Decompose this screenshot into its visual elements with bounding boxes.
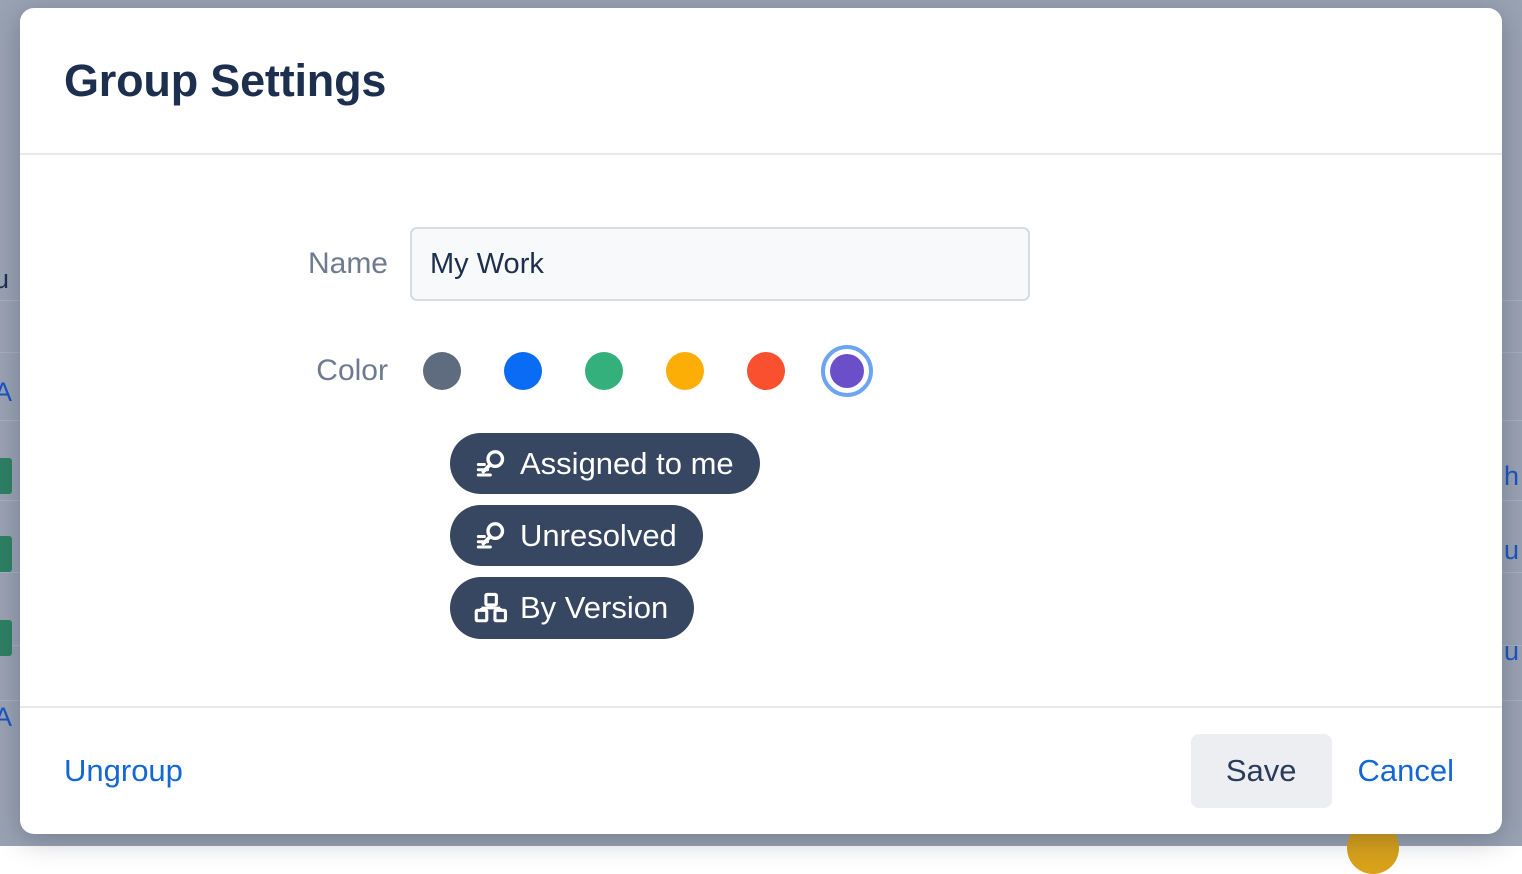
background-text-fragment: u	[1504, 535, 1519, 566]
color-swatch-red-wrap[interactable]	[740, 345, 792, 397]
color-swatch-purple-wrap[interactable]	[821, 345, 873, 397]
color-swatch-list	[410, 345, 873, 397]
cancel-button[interactable]: Cancel	[1354, 753, 1459, 789]
filter-pill-by-version[interactable]: By Version	[450, 577, 694, 638]
name-label: Name	[20, 247, 410, 281]
color-swatch-green-wrap[interactable]	[578, 345, 630, 397]
background-status-badge	[0, 620, 12, 656]
background-status-badge	[0, 458, 12, 494]
search-filter-icon	[474, 447, 508, 481]
color-swatch-purple[interactable]	[830, 354, 864, 388]
name-input[interactable]	[410, 227, 1030, 301]
background-text-fragment: h	[1504, 461, 1519, 492]
color-swatch-blue-wrap[interactable]	[497, 345, 549, 397]
background-status-badge	[0, 536, 12, 572]
group-settings-dialog: Group Settings Name Color	[20, 8, 1502, 834]
filter-pill-label: Unresolved	[520, 517, 677, 554]
color-swatch-gray[interactable]	[423, 352, 461, 390]
filter-pill-list: Assigned to me Unresolved	[450, 433, 760, 639]
color-swatch-yellow-wrap[interactable]	[659, 345, 711, 397]
dialog-body: Name Color	[20, 155, 1502, 706]
background-text-fragment: u	[1504, 636, 1519, 667]
search-filter-icon	[474, 519, 508, 553]
sitemap-icon	[474, 591, 508, 625]
filter-pill-assigned-to-me[interactable]: Assigned to me	[450, 433, 760, 494]
dialog-footer: Ungroup Save Cancel	[20, 706, 1502, 834]
color-swatch-green[interactable]	[585, 352, 623, 390]
color-swatch-yellow[interactable]	[666, 352, 704, 390]
color-swatch-red[interactable]	[747, 352, 785, 390]
ungroup-button[interactable]: Ungroup	[64, 753, 183, 789]
footer-actions: Save Cancel	[1191, 734, 1458, 808]
name-field-row: Name	[20, 227, 1030, 301]
background-text-fragment: u	[0, 264, 9, 295]
filter-pill-unresolved[interactable]: Unresolved	[450, 505, 703, 566]
filter-pill-label: By Version	[520, 589, 668, 626]
color-label: Color	[20, 354, 410, 388]
filter-pill-label: Assigned to me	[520, 445, 734, 482]
background-text-fragment: A	[0, 377, 12, 408]
color-swatch-gray-wrap[interactable]	[416, 345, 468, 397]
dialog-title: Group Settings	[64, 55, 386, 107]
save-button[interactable]: Save	[1191, 734, 1332, 808]
color-field-row: Color	[20, 345, 873, 397]
color-swatch-blue[interactable]	[504, 352, 542, 390]
background-text-fragment: A	[0, 702, 12, 733]
dialog-header: Group Settings	[20, 8, 1502, 155]
